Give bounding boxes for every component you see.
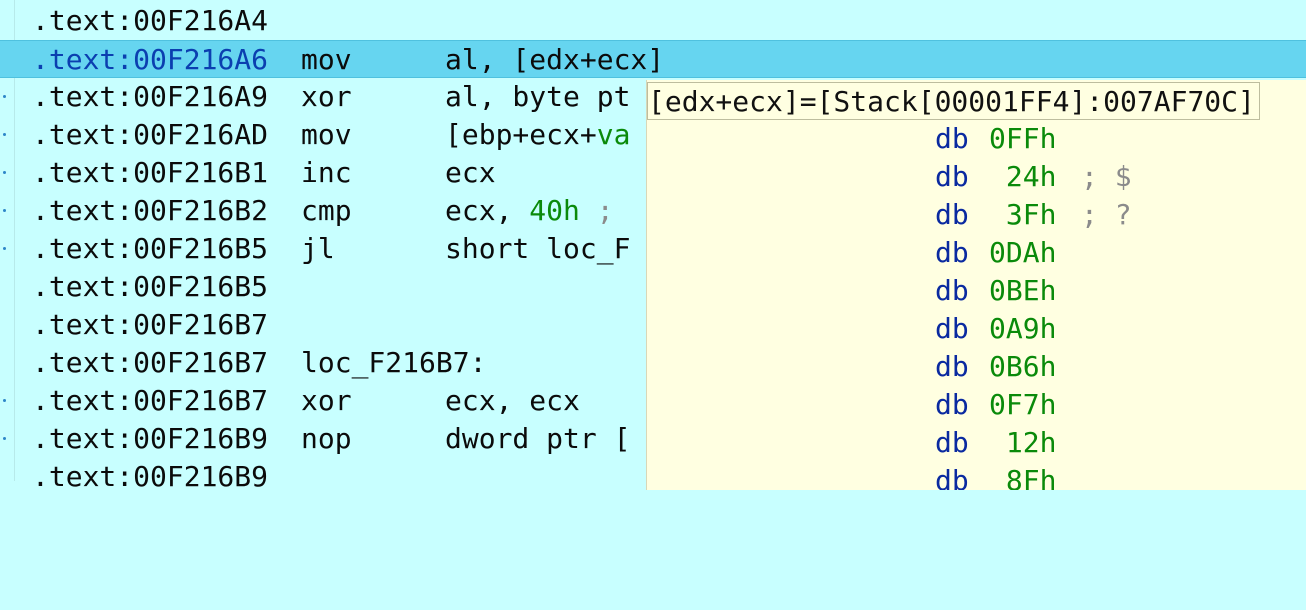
hint-data-row: db 3Fh ; ? [647, 196, 1306, 234]
data-value: 12h [989, 426, 1057, 459]
listing-row-selected[interactable]: .text:00F216A6 mov al, [edx+ecx] [0, 40, 1306, 78]
mnemonic[interactable]: nop [301, 420, 352, 458]
mnemonic[interactable]: inc [301, 154, 352, 192]
mnemonic[interactable]: mov [301, 116, 352, 154]
hint-data-row: db 0A9h [647, 310, 1306, 348]
operands[interactable]: al, [edx+ecx] [445, 41, 664, 79]
data-value: 0DAh [989, 236, 1057, 269]
operands[interactable]: ecx, ecx [445, 382, 580, 420]
code-label[interactable]: loc_F216B7: [301, 344, 486, 382]
operand-comment: ; [579, 194, 614, 227]
data-directive: db [935, 160, 969, 193]
data-value: 0B6h [989, 350, 1057, 383]
operands[interactable]: ecx, 40h ; [445, 192, 614, 230]
hover-hint-popup: [edx+ecx]=[Stack[00001FF4]:007AF70C] db … [646, 80, 1306, 490]
address: .text:00F216B9 [32, 422, 269, 455]
operands[interactable]: al, byte pt [445, 78, 630, 116]
operands[interactable]: short loc_F [445, 230, 630, 268]
operands-text: ecx, [445, 194, 530, 227]
data-comment: ; ? [1081, 198, 1132, 231]
address: .text:00F216B1 [32, 156, 269, 189]
operands[interactable]: dword ptr [ [445, 420, 630, 458]
mnemonic[interactable]: cmp [301, 192, 352, 230]
address: .text:00F216B7 [32, 346, 269, 379]
data-directive: db [935, 426, 969, 459]
hint-data-row: db 0FFh [647, 120, 1306, 158]
address: .text:00F216A4 [32, 4, 269, 37]
data-directive: db [935, 198, 969, 231]
address: .text:00F216B5 [32, 232, 269, 265]
address: .text:00F216AD [32, 118, 269, 151]
data-directive: db [935, 236, 969, 269]
hint-data-row: db 0B6h [647, 348, 1306, 386]
mnemonic[interactable]: jl [301, 230, 335, 268]
address: .text:00F216B7 [32, 308, 269, 341]
data-directive: db [935, 350, 969, 383]
address: .text:00F216B7 [32, 384, 269, 417]
hint-data-row: db 24h ; $ [647, 158, 1306, 196]
data-directive: db [935, 388, 969, 421]
address: .text:00F216B5 [32, 270, 269, 303]
data-value: 0FFh [989, 122, 1057, 155]
data-comment: ; $ [1081, 160, 1132, 193]
data-value: 0F7h [989, 388, 1057, 421]
data-value: 0A9h [989, 312, 1057, 345]
hint-data-row: db 0BEh [647, 272, 1306, 310]
mnemonic[interactable]: xor [301, 382, 352, 420]
data-value: 24h [989, 160, 1057, 193]
operands[interactable]: [ebp+ecx+va [445, 116, 630, 154]
data-directive: db [935, 274, 969, 307]
mnemonic[interactable]: mov [301, 41, 352, 79]
operands-var: va [596, 118, 631, 151]
hint-data-row: db 0F7h [647, 386, 1306, 424]
data-value: 0BEh [989, 274, 1057, 307]
listing-row[interactable]: .text:00F216A4 [0, 2, 1306, 40]
data-directive: db [935, 122, 969, 155]
hint-title: [edx+ecx]=[Stack[00001FF4]:007AF70C] [647, 82, 1260, 120]
operands[interactable]: ecx [445, 154, 496, 192]
data-value: 8Fh [989, 464, 1057, 490]
address: .text:00F216B9 [32, 460, 269, 493]
address: .text:00F216B2 [32, 194, 269, 227]
operands-text: [ebp+ecx+ [445, 118, 597, 151]
data-value: 3Fh [989, 198, 1057, 231]
hint-data-row: db 0DAh [647, 234, 1306, 272]
data-directive: db [935, 312, 969, 345]
address: .text:00F216A9 [32, 80, 269, 113]
hint-data-row: db 8Fh [647, 462, 1306, 490]
address: .text:00F216A6 [32, 43, 269, 76]
mnemonic[interactable]: xor [301, 78, 352, 116]
hint-data-row: db 12h [647, 424, 1306, 462]
data-directive: db [935, 464, 969, 490]
operand-number: 40h [529, 194, 580, 227]
